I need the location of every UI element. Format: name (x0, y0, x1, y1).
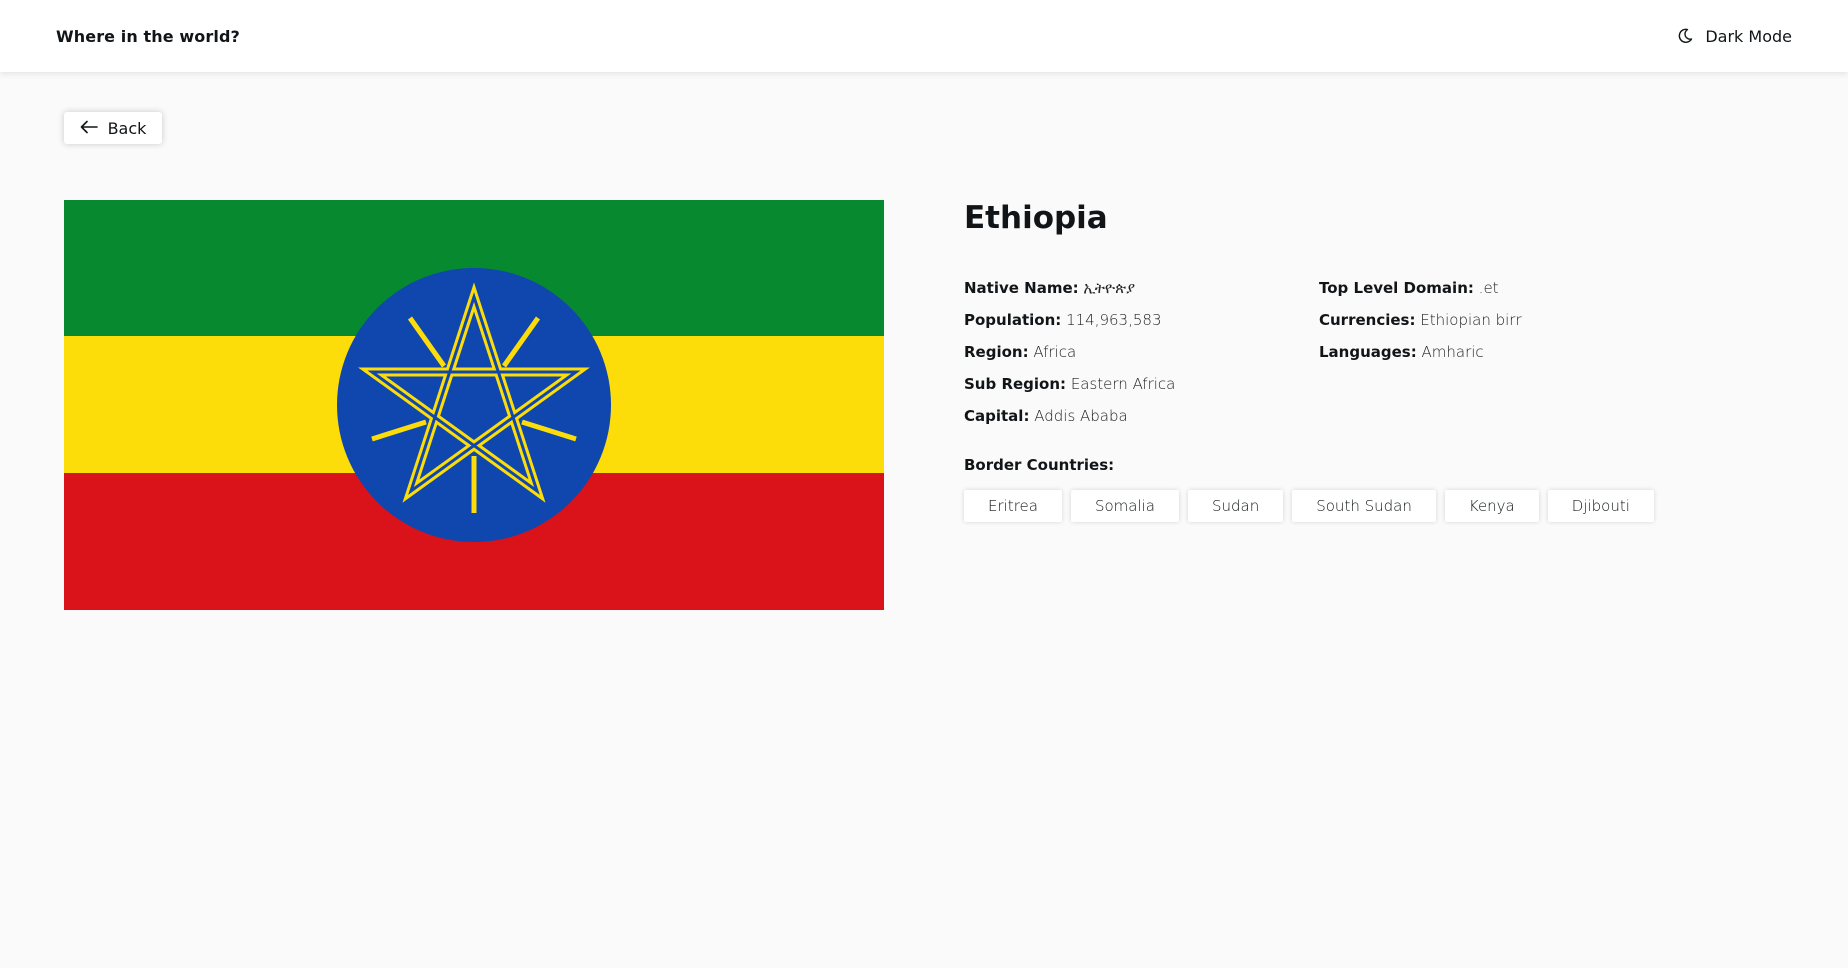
border-countries-list: Eritrea Somalia Sudan South Sudan Kenya … (964, 490, 1784, 522)
arrow-left-icon (80, 119, 98, 138)
info-value: Eastern Africa (1070, 375, 1176, 393)
moon-icon (1677, 28, 1693, 44)
border-country-button[interactable]: South Sudan (1292, 490, 1436, 522)
info-label: Population: (964, 311, 1062, 329)
info-grid: Native Name: ኢትዮጵያ Population: 114,963,5… (964, 278, 1784, 438)
info-value: Addis Ababa (1034, 407, 1128, 425)
border-countries-label: Border Countries: (964, 456, 1115, 474)
sub-region-row: Sub Region: Eastern Africa (964, 374, 1175, 406)
country-flag (64, 200, 884, 610)
top-header: Where in the world? Dark Mode (0, 0, 1848, 72)
info-label: Native Name: (964, 279, 1079, 297)
dark-mode-label: Dark Mode (1705, 26, 1792, 46)
country-details: Ethiopia Native Name: ኢትዮጵያ Population: … (964, 200, 1784, 522)
info-value: 114,963,583 (1066, 311, 1162, 329)
region-row: Region: Africa (964, 342, 1175, 374)
info-label: Sub Region: (964, 375, 1067, 393)
info-column-right: Top Level Domain: .et Currencies: Ethiop… (1319, 278, 1522, 374)
currencies-row: Currencies: Ethiopian birr (1319, 310, 1522, 342)
info-value: Ethiopian birr (1420, 311, 1522, 329)
dark-mode-toggle[interactable]: Dark Mode (1677, 27, 1792, 46)
back-button[interactable]: Back (64, 112, 162, 144)
border-country-button[interactable]: Sudan (1187, 490, 1284, 522)
border-country-button[interactable]: Djibouti (1547, 490, 1654, 522)
info-label: Capital: (964, 407, 1030, 425)
info-value: ኢትዮጵያ (1083, 279, 1136, 297)
border-country-button[interactable]: Eritrea (964, 490, 1062, 522)
languages-row: Languages: Amharic (1319, 342, 1522, 374)
info-label: Currencies: (1319, 311, 1416, 329)
native-name-row: Native Name: ኢትዮጵያ (964, 278, 1175, 310)
info-label: Languages: (1319, 343, 1417, 361)
info-value: Amharic (1421, 343, 1484, 361)
border-country-button[interactable]: Kenya (1444, 490, 1539, 522)
info-value: Africa (1033, 343, 1077, 361)
info-label: Top Level Domain: (1319, 279, 1474, 297)
country-name: Ethiopia (964, 200, 1108, 236)
border-country-button[interactable]: Somalia (1070, 490, 1179, 522)
app-title: Where in the world? (56, 26, 240, 46)
info-column-left: Native Name: ኢትዮጵያ Population: 114,963,5… (964, 278, 1175, 438)
top-level-domain-row: Top Level Domain: .et (1319, 278, 1522, 310)
capital-row: Capital: Addis Ababa (964, 406, 1175, 438)
info-label: Region: (964, 343, 1029, 361)
info-value: .et (1478, 279, 1499, 297)
population-row: Population: 114,963,583 (964, 310, 1175, 342)
back-label: Back (107, 118, 147, 138)
